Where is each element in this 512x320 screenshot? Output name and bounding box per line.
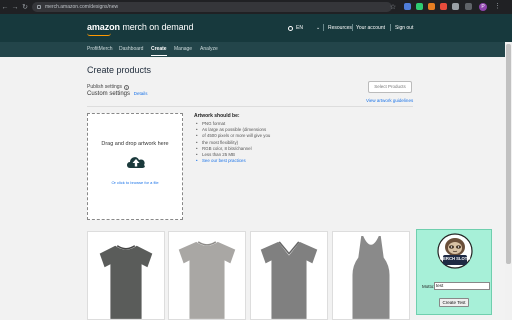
view-guidelines-link[interactable]: View artwork guidelines (366, 98, 413, 103)
artwork-requirements-heading: Artwork should be: (194, 113, 240, 119)
chevron-down-icon[interactable]: ⌄ (316, 25, 320, 31)
address-bar[interactable]: merch.amazon.com/designs/new (32, 2, 392, 12)
best-practices-link[interactable]: See our best practices (196, 158, 296, 164)
back-icon[interactable]: ← (0, 4, 10, 11)
amazon-smile-icon (87, 33, 111, 36)
browser-toolbar: ← → ↻ merch.amazon.com/designs/new ☆ P ⋮ (0, 0, 512, 14)
globe-icon (288, 25, 293, 31)
artwork-dropzone[interactable]: Drag and drop artwork here Or click to b… (87, 113, 183, 220)
dropzone-title: Drag and drop artwork here (101, 141, 169, 147)
extension-icon[interactable] (416, 3, 423, 10)
merch-sloth-panel: MERCH SLOTH Motto: test Create Test (416, 229, 492, 315)
tab-analyze[interactable]: Analyze (200, 46, 218, 52)
svg-text:MERCH SLOTH: MERCH SLOTH (440, 256, 471, 261)
publish-settings-label: Publish settings (87, 84, 123, 90)
merch-logo[interactable]: amazon merch on demand (87, 22, 193, 32)
artwork-requirements: PNG format As large as possible (dimensi… (196, 121, 296, 165)
scrollbar-thumb[interactable] (506, 44, 511, 264)
menu-icon[interactable]: ⋮ (494, 2, 501, 10)
account-link[interactable]: Your account (356, 25, 385, 31)
browse-file-link[interactable]: Or click to browse for a file (88, 180, 182, 185)
custom-settings: Custom settings Details (87, 91, 147, 97)
product-card-vneck-tshirt[interactable] (250, 231, 328, 320)
tank-top-image (352, 236, 390, 319)
info-icon[interactable]: i (124, 84, 130, 90)
forward-icon[interactable]: → (10, 4, 20, 11)
language-selector[interactable]: EN (288, 25, 303, 31)
divider (87, 106, 413, 107)
site-header: amazon merch on demand EN ⌄ Resources Yo… (0, 14, 512, 42)
language-label: EN (296, 25, 303, 31)
custom-settings-label: Custom settings (87, 91, 131, 97)
star-icon[interactable]: ☆ (388, 3, 398, 11)
tab-create[interactable]: Create (151, 46, 167, 56)
motto-label: Motto: (422, 284, 435, 289)
select-products-button[interactable]: Select Products (368, 81, 412, 93)
extension-icon[interactable] (440, 3, 447, 10)
publish-settings: Publish settings i (87, 84, 130, 90)
product-card-standard-tshirt[interactable] (87, 231, 165, 320)
puzzle-icon[interactable] (452, 3, 459, 10)
extension-icon[interactable] (404, 3, 411, 10)
profile-avatar[interactable]: P (479, 3, 487, 11)
extension-icon[interactable] (428, 3, 435, 10)
divider (323, 24, 324, 31)
lock-icon (37, 5, 41, 9)
page-title: Create products (87, 65, 152, 75)
product-card-premium-tshirt[interactable] (168, 231, 246, 320)
signout-link[interactable]: Sign out (395, 25, 413, 31)
resources-link[interactable]: Resources (328, 25, 352, 31)
page-scrollbar[interactable] (505, 42, 512, 320)
divider (390, 24, 391, 31)
main-nav: ProfitMerch Dashboard Create Manage Anal… (0, 42, 512, 57)
tab-dashboard[interactable]: Dashboard (119, 46, 143, 52)
tshirt-image (178, 241, 236, 319)
sidepanel-icon[interactable] (465, 3, 472, 10)
reload-icon[interactable]: ↻ (20, 3, 30, 11)
cloud-upload-icon (127, 157, 145, 168)
create-test-button[interactable]: Create Test (439, 298, 469, 307)
product-card-tank-top[interactable] (332, 231, 410, 320)
details-link[interactable]: Details (134, 91, 148, 96)
tab-manage[interactable]: Manage (174, 46, 192, 52)
vneck-tshirt-image (260, 241, 318, 319)
url-text: merch.amazon.com/designs/new (45, 4, 119, 10)
motto-input[interactable]: test (434, 282, 490, 290)
sloth-logo-icon: MERCH SLOTH (437, 233, 473, 269)
tshirt-image (99, 245, 153, 319)
divider (352, 24, 353, 31)
tab-profitmerch[interactable]: ProfitMerch (87, 46, 113, 52)
